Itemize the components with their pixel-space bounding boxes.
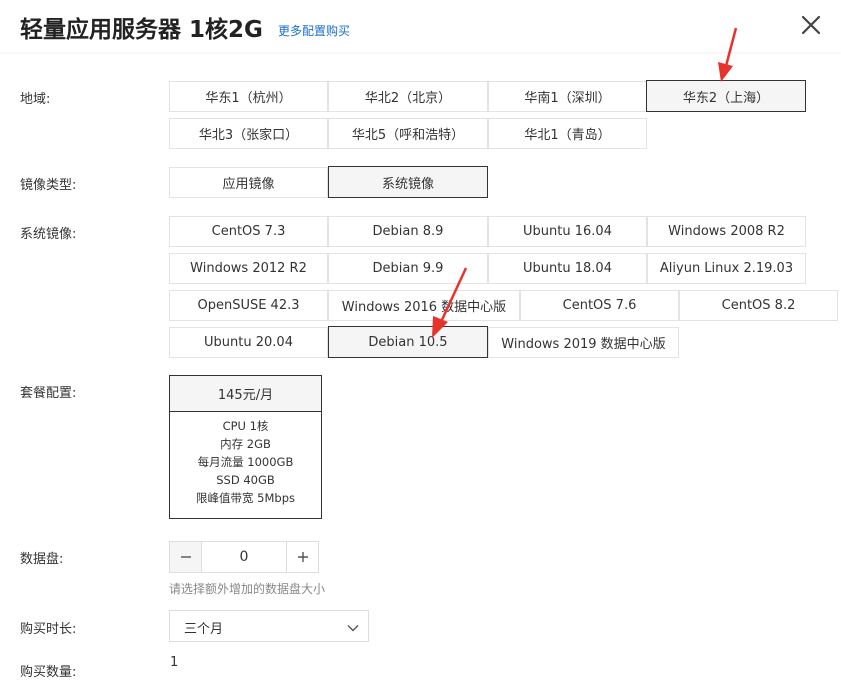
image-type-label: 镜像类型: — [20, 178, 77, 193]
system-image-option[interactable]: Windows 2019 数据中心版 — [488, 327, 679, 358]
chevron-down-icon — [346, 620, 360, 639]
quantity-value: 1 — [170, 655, 179, 670]
close-icon[interactable] — [798, 12, 824, 38]
data-disk-label: 数据盘: — [20, 552, 64, 567]
system-image-option[interactable]: Ubuntu 16.04 — [488, 216, 647, 247]
more-config-link[interactable]: 更多配置购买 — [278, 22, 350, 39]
duration-label: 购买时长: — [20, 622, 77, 637]
duration-value: 三个月 — [184, 622, 224, 637]
plan-spec-ssd: SSD 40GB — [216, 473, 275, 487]
system-image-option[interactable]: Debian 8.9 — [328, 216, 488, 247]
data-disk-stepper — [169, 541, 319, 573]
region-option[interactable]: 华北3（张家口） — [169, 118, 328, 149]
image-type-option[interactable]: 应用镜像 — [169, 167, 328, 198]
system-image-option[interactable]: Aliyun Linux 2.19.03 — [647, 253, 806, 284]
data-disk-hint: 请选择额外增加的数据盘大小 — [169, 582, 326, 596]
plan-label: 套餐配置: — [20, 386, 77, 401]
system-image-option[interactable]: CentOS 7.6 — [520, 290, 679, 321]
system-image-option[interactable]: Ubuntu 20.04 — [169, 327, 328, 358]
region-option[interactable]: 华北2（北京） — [328, 81, 488, 112]
system-image-option[interactable]: Debian 9.9 — [328, 253, 488, 284]
plus-icon[interactable] — [286, 542, 318, 572]
system-image-option[interactable]: CentOS 7.3 — [169, 216, 328, 247]
quantity-label: 购买数量: — [20, 665, 77, 680]
plan-specs: CPU 1核 内存 2GB 每月流量 1000GB SSD 40GB 限峰值带宽… — [170, 412, 321, 507]
plan-spec-traffic: 每月流量 1000GB — [197, 455, 294, 469]
region-option[interactable]: 华南1（深圳） — [488, 81, 647, 112]
system-image-option[interactable]: Ubuntu 18.04 — [488, 253, 647, 284]
dialog-header: 轻量应用服务器 1核2G 更多配置购买 — [0, 0, 841, 52]
system-image-label: 系统镜像: — [20, 227, 77, 242]
system-image-option[interactable]: Windows 2012 R2 — [169, 253, 328, 284]
region-option[interactable]: 华北5（呼和浩特） — [328, 118, 488, 149]
system-image-option-selected[interactable]: Debian 10.5 — [328, 326, 488, 358]
system-image-option[interactable]: OpenSUSE 42.3 — [169, 290, 328, 321]
region-option-selected[interactable]: 华东2（上海） — [646, 80, 806, 112]
plan-spec-memory: 内存 2GB — [220, 437, 271, 451]
dialog-title: 轻量应用服务器 1核2G — [20, 17, 263, 43]
region-option[interactable]: 华东1（杭州） — [169, 81, 328, 112]
system-image-option[interactable]: Windows 2016 数据中心版 — [328, 290, 520, 321]
plan-spec-bandwidth: 限峰值带宽 5Mbps — [196, 491, 295, 505]
plan-price: 145元/月 — [170, 376, 321, 412]
region-option[interactable]: 华北1（青岛） — [488, 118, 647, 149]
system-image-option[interactable]: Windows 2008 R2 — [647, 216, 806, 247]
minus-icon[interactable] — [170, 542, 202, 572]
system-image-option[interactable]: CentOS 8.2 — [679, 290, 838, 321]
plan-card[interactable]: 145元/月 CPU 1核 内存 2GB 每月流量 1000GB SSD 40G… — [169, 375, 322, 519]
image-type-option-selected[interactable]: 系统镜像 — [328, 166, 488, 198]
region-label: 地域: — [20, 92, 51, 107]
plan-spec-cpu: CPU 1核 — [222, 419, 269, 433]
duration-select[interactable]: 三个月 — [169, 610, 369, 642]
data-disk-input[interactable] — [202, 542, 286, 572]
